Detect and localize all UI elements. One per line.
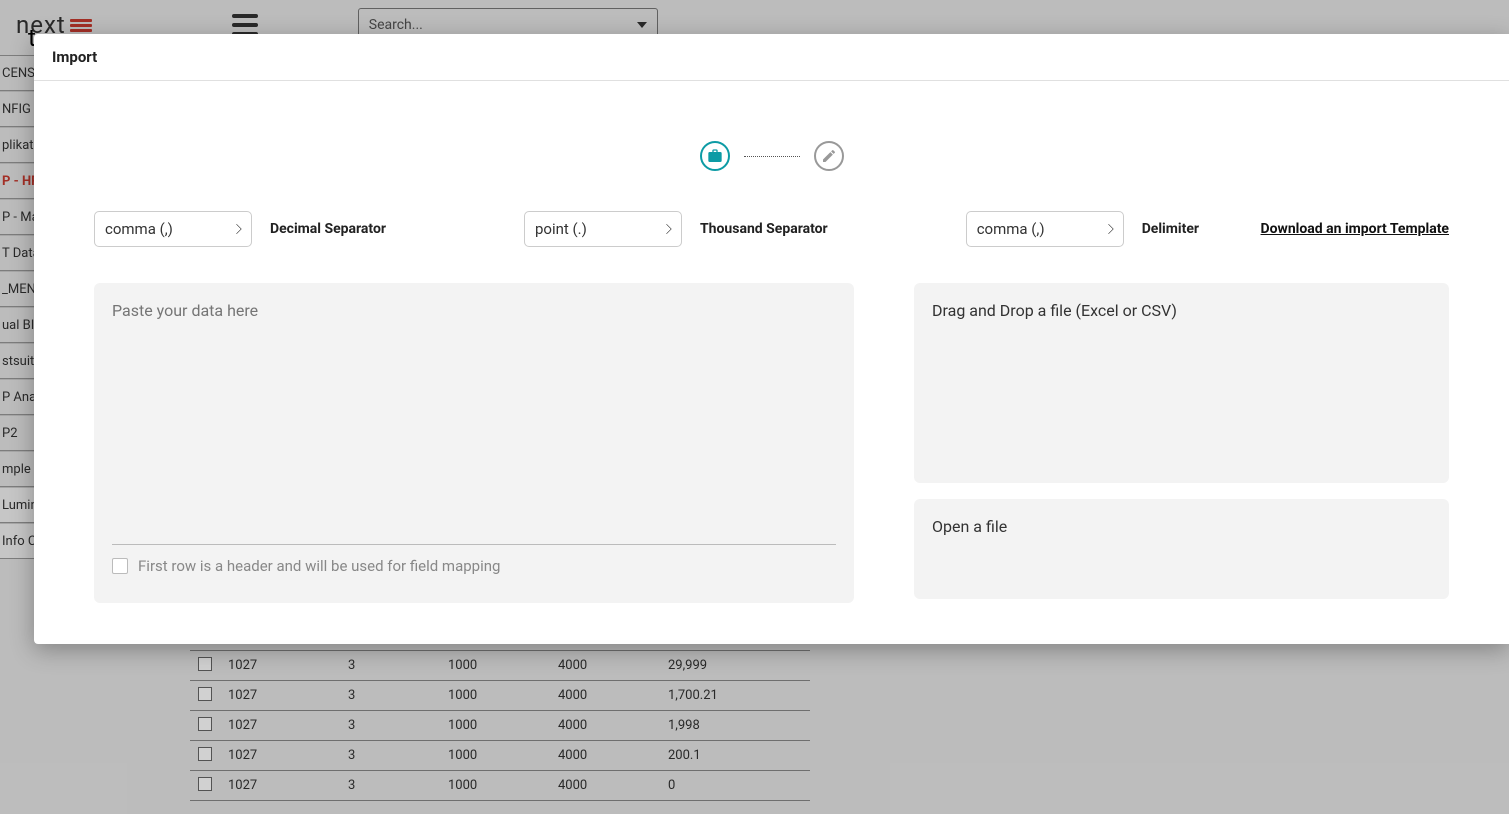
sidebar-item-1[interactable]: NFIG [0, 91, 38, 127]
sidebar-item-2[interactable]: plikatio [0, 127, 38, 163]
briefcase-icon [707, 148, 723, 164]
checkbox-icon[interactable] [112, 558, 128, 574]
import-stepper [94, 141, 1449, 171]
sidebar-item-8[interactable]: stsuite [0, 343, 38, 379]
decimal-separator-select[interactable]: comma (,) [94, 211, 252, 247]
paste-data-textarea[interactable] [112, 301, 836, 544]
sidebar-item-12[interactable]: Lumin [0, 487, 38, 523]
decimal-separator-label: Decimal Separator [270, 221, 386, 237]
sidebar-item-9[interactable]: P Anal [0, 379, 38, 415]
table-row: 1027310004000200.1 [190, 741, 810, 771]
delimiter-select[interactable]: comma (,) [966, 211, 1124, 247]
pencil-icon [821, 148, 837, 164]
paste-panel: First row is a header and will be used f… [94, 283, 854, 603]
sidebar-item-5[interactable]: T Data [0, 235, 38, 271]
step-1-source[interactable] [700, 141, 730, 171]
sidebar-item-13[interactable]: Info C [0, 523, 38, 559]
sidebar-item-10[interactable]: P2 [0, 415, 38, 451]
background-data-table: 102731000400029,99910273100040001,700.21… [190, 650, 810, 801]
import-modal: Import comma (,) Decimal Separator point… [34, 34, 1509, 644]
download-template-link[interactable]: Download an import Template [1261, 221, 1449, 237]
row-checkbox[interactable] [198, 777, 212, 791]
row-checkbox[interactable] [198, 717, 212, 731]
first-row-header-option[interactable]: First row is a header and will be used f… [112, 557, 836, 575]
sidebar-item-0[interactable]: CENSE_ [0, 55, 38, 91]
thousand-separator-select[interactable]: point (.) [524, 211, 682, 247]
row-checkbox[interactable] [198, 657, 212, 671]
logo-stripes-icon [70, 19, 92, 32]
sidebar-item-3[interactable]: P - HR [0, 163, 38, 199]
first-row-header-label: First row is a header and will be used f… [138, 557, 500, 575]
import-controls: comma (,) Decimal Separator point (.) Th… [94, 211, 1449, 247]
step-2-edit[interactable] [814, 141, 844, 171]
file-drop-zone[interactable]: Drag and Drop a file (Excel or CSV) [914, 283, 1449, 483]
thousand-separator-label: Thousand Separator [700, 221, 828, 237]
sidebar-item-7[interactable]: ual BI [0, 307, 38, 343]
step-connector [744, 156, 800, 157]
table-row: 10273100040001,700.21 [190, 681, 810, 711]
search-placeholder: Search... [369, 17, 423, 33]
sidebar-item-11[interactable]: mple D [0, 451, 38, 487]
drop-zone-label: Drag and Drop a file (Excel or CSV) [932, 301, 1177, 320]
table-row: 10273100040001,998 [190, 711, 810, 741]
sidebar-item-6[interactable]: _MENU [0, 271, 38, 307]
file-open-zone[interactable]: Open a file [914, 499, 1449, 599]
open-file-label: Open a file [932, 517, 1007, 536]
sidebar: CENSE_NFIGplikatioP - HRP - MaT Data_MEN… [0, 55, 38, 559]
hamburger-menu-icon[interactable] [232, 14, 258, 36]
modal-title: Import [34, 34, 1509, 81]
table-row: 10273100040000 [190, 771, 810, 801]
delimiter-label: Delimiter [1142, 221, 1199, 237]
row-checkbox[interactable] [198, 687, 212, 701]
caret-down-icon [637, 22, 647, 28]
sidebar-item-4[interactable]: P - Ma [0, 199, 38, 235]
table-row: 102731000400029,999 [190, 651, 810, 681]
row-checkbox[interactable] [198, 747, 212, 761]
